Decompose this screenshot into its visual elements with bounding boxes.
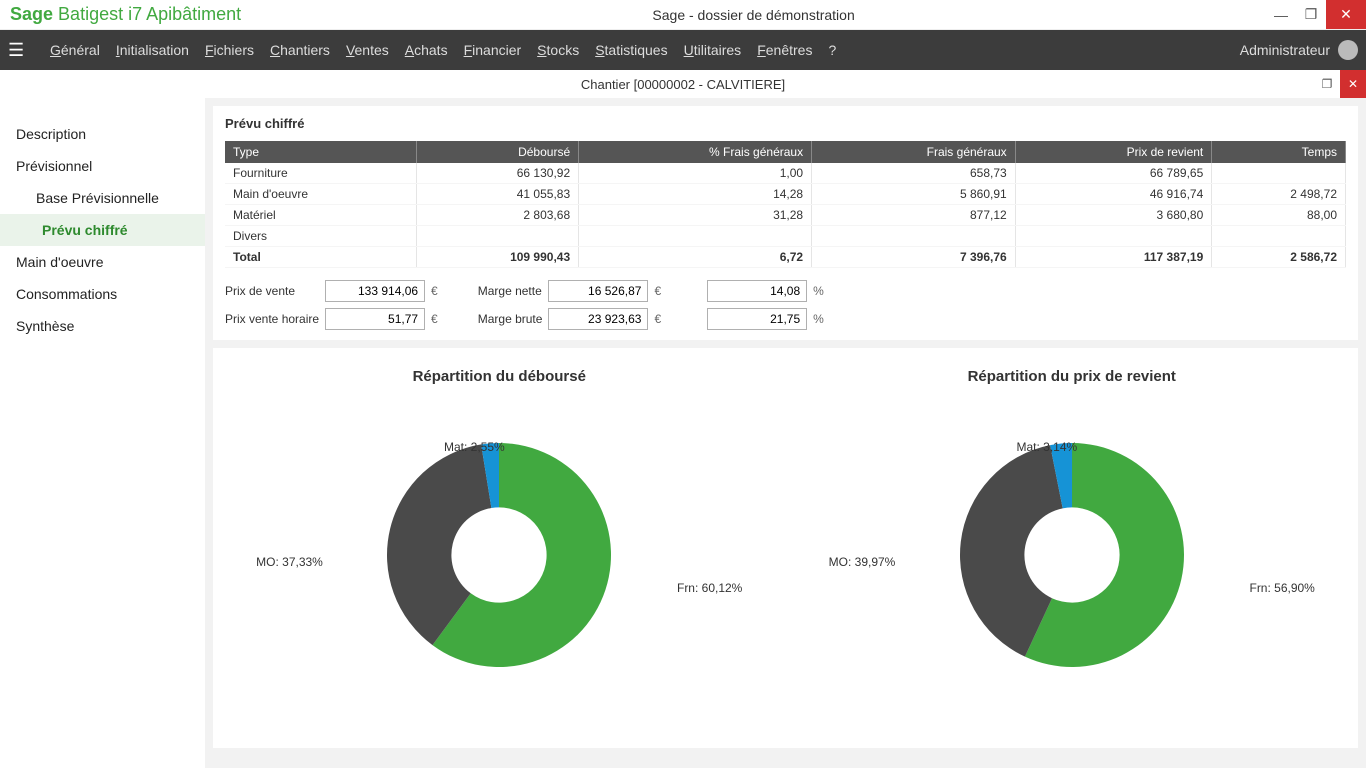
user-label[interactable]: Administrateur [1240, 42, 1330, 58]
unit-euro: € [431, 312, 438, 326]
chart-slice-label: Frn: 60,12% [677, 581, 742, 595]
chart-slice-label: MO: 39,97% [829, 555, 896, 569]
sidebar-item-main-d-oeuvre[interactable]: Main d'oeuvre [0, 246, 205, 278]
document-subbar: Chantier [00000002 - CALVITIERE] ❐ ✕ [0, 70, 1366, 98]
menu-burger-icon[interactable]: ☰ [8, 40, 32, 61]
chart-panel: Répartition du déboursé Frn: 60,12% MO: 37… [213, 348, 1358, 748]
restore-button[interactable]: ❐ [1296, 0, 1326, 29]
unit-pct: % [813, 284, 824, 298]
window-controls: — ❐ ✕ [1266, 0, 1366, 29]
menu-item-?[interactable]: ? [828, 42, 836, 58]
menu-item-financier[interactable]: Financier [464, 42, 522, 58]
table-row[interactable]: Fourniture66 130,921,00658,7366 789,65 [225, 163, 1346, 184]
menu-item-ventes[interactable]: Ventes [346, 42, 389, 58]
marge-nette-label: Marge nette [478, 284, 543, 298]
close-button[interactable]: ✕ [1326, 0, 1366, 29]
document-title: Sage - dossier de démonstration [241, 7, 1266, 23]
brand-label: Sage [10, 4, 53, 24]
marge-brute-pct-input[interactable] [707, 308, 807, 330]
table-row[interactable]: Matériel2 803,6831,28877,123 680,8088,00 [225, 205, 1346, 226]
marge-brute-label: Marge brute [478, 312, 543, 326]
summary-row: Prix de vente € Prix vente horaire € Mar… [225, 268, 1346, 330]
unit-euro: € [431, 284, 438, 298]
mdi-restore-button[interactable]: ❐ [1314, 70, 1340, 98]
sidebar-item-synth-se[interactable]: Synthèse [0, 310, 205, 342]
menubar: ☰ Général Initialisation Fichiers Chantiers… [0, 30, 1366, 70]
menu-item-utilitaires[interactable]: Utilitaires [684, 42, 742, 58]
chart-slice-label: Mat: 3,14% [1017, 440, 1078, 454]
unit-euro: € [654, 312, 661, 326]
donut-chart: Répartition du déboursé Frn: 60,12% MO: 37… [223, 368, 776, 728]
menu-item-statistiques[interactable]: Statistiques [595, 42, 667, 58]
unit-pct: % [813, 312, 824, 326]
unit-euro: € [654, 284, 661, 298]
marge-nette-input[interactable] [548, 280, 648, 302]
menu-item-achats[interactable]: Achats [405, 42, 448, 58]
sidebar-item-pr-visionnel[interactable]: Prévisionnel [0, 150, 205, 182]
table-row[interactable]: Divers [225, 226, 1346, 247]
col-header: Déboursé [417, 141, 579, 163]
prix-vente-horaire-input[interactable] [325, 308, 425, 330]
sidebar-item-description[interactable]: Description [0, 118, 205, 150]
menu-item-chantiers[interactable]: Chantiers [270, 42, 330, 58]
col-header: % Frais généraux [579, 141, 812, 163]
chart-slice-label: Mat: 2,55% [444, 440, 505, 454]
chart-title: Répartition du prix de revient [796, 368, 1349, 385]
app-title: Sage Batigest i7 Apibâtiment [10, 4, 241, 25]
menu-item-général[interactable]: Général [50, 42, 100, 58]
chart-slice-label: Frn: 56,90% [1249, 581, 1314, 595]
table-total-row: Total109 990,436,727 396,76117 387,192 5… [225, 247, 1346, 268]
prix-vente-label: Prix de vente [225, 284, 319, 298]
donut-chart: Répartition du prix de revient Frn: 56,90… [796, 368, 1349, 728]
col-header: Temps [1212, 141, 1346, 163]
menu-item-fichiers[interactable]: Fichiers [205, 42, 254, 58]
col-header: Frais généraux [812, 141, 1016, 163]
sidebar-item-pr-vu-chiffr-[interactable]: Prévu chiffré [0, 214, 205, 246]
col-header: Type [225, 141, 417, 163]
mdi-close-button[interactable]: ✕ [1340, 70, 1366, 98]
titlebar: Sage Batigest i7 Apibâtiment Sage - doss… [0, 0, 1366, 30]
menu-item-fenêtres[interactable]: Fenêtres [757, 42, 812, 58]
section-title: Prévu chiffré [225, 116, 1346, 131]
table-row[interactable]: Main d'oeuvre41 055,8314,285 860,9146 91… [225, 184, 1346, 205]
main-area: Prévu chiffré TypeDéboursé% Frais généra… [205, 98, 1366, 768]
menu-item-initialisation[interactable]: Initialisation [116, 42, 189, 58]
user-icon[interactable] [1338, 40, 1358, 60]
sidebar-item-consommations[interactable]: Consommations [0, 278, 205, 310]
marge-brute-input[interactable] [548, 308, 648, 330]
prix-vente-horaire-label: Prix vente horaire [225, 312, 319, 326]
chantier-title: Chantier [00000002 - CALVITIERE] [581, 77, 785, 92]
product-label: Batigest i7 Apibâtiment [58, 4, 241, 24]
prix-vente-input[interactable] [325, 280, 425, 302]
col-header: Prix de revient [1015, 141, 1212, 163]
sidebar-item-base-pr-visionnelle[interactable]: Base Prévisionnelle [0, 182, 205, 214]
marge-nette-pct-input[interactable] [707, 280, 807, 302]
chart-title: Répartition du déboursé [223, 368, 776, 385]
minimize-button[interactable]: — [1266, 0, 1296, 29]
menu-item-stocks[interactable]: Stocks [537, 42, 579, 58]
sidebar: DescriptionPrévisionnelBase Prévisionnel… [0, 98, 205, 768]
chart-slice-label: MO: 37,33% [256, 555, 323, 569]
prevu-table: TypeDéboursé% Frais générauxFrais généra… [225, 141, 1346, 268]
